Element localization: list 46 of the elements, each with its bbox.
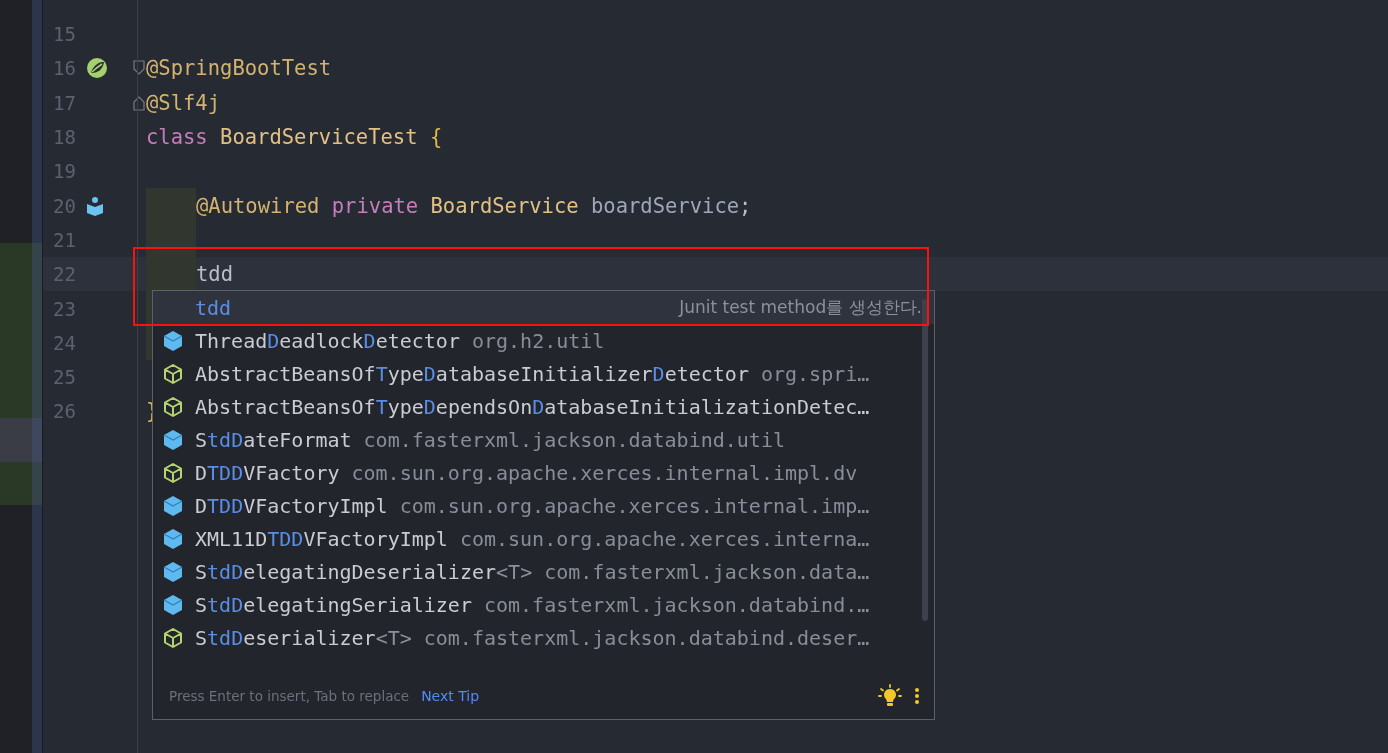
leaf-icon[interactable] [86,57,108,80]
line-number: 26 [52,400,76,423]
next-tip-link[interactable]: Next Tip [421,687,480,704]
line-number: 18 [52,126,76,149]
code-line: class BoardServiceTest { [146,125,443,150]
cube-icon [163,494,183,517]
completion-item[interactable]: StdDateFormat com.fasterxml.jackson.databind.util [153,423,934,456]
line-number: 17 [52,91,76,114]
unfold-icon[interactable] [133,94,145,111]
line-number: 15 [52,23,76,46]
line-number: 23 [52,297,76,320]
cube-outline-icon [163,362,183,385]
completion-item[interactable]: tdd Junit test method를 생성한다. [153,291,934,324]
code-line: @SpringBootTest [146,56,332,81]
fold-icon[interactable] [133,60,145,77]
code-line: tdd [196,262,234,287]
completion-item[interactable]: AbstractBeansOfTypeDependsOnDatabaseInitializationDetec… [153,390,934,423]
completion-item[interactable]: XML11DTDDVFactoryImpl com.sun.org.apache.xerces.interna… [153,522,934,555]
more-icon[interactable] [914,686,920,705]
line-number: 20 [52,194,76,217]
cube-icon [163,428,183,451]
cube-outline-icon [163,461,183,484]
completion-item[interactable]: DTDDVFactory com.sun.org.apache.xerces.internal.impl.dv [153,456,934,489]
line-number: 21 [52,228,76,251]
completion-item[interactable]: ThreadDeadlockDetector org.h2.util [153,324,934,357]
cube-icon [163,527,183,550]
code-line: @Slf4j [146,90,221,115]
completion-item[interactable]: DTDDVFactoryImpl com.sun.org.apache.xerces.internal.imp… [153,489,934,522]
cube-icon [163,329,183,352]
bean-icon[interactable] [86,195,104,216]
cube-icon [163,593,183,616]
cube-outline-icon [163,395,183,418]
cube-icon [163,560,183,583]
completion-item[interactable]: StdDelegatingDeserializer<T> com.fasterxml.jackson.data… [153,555,934,588]
code-line: @Autowired private BoardService boardService; [196,193,752,218]
cube-outline-icon [163,626,183,649]
line-number: 16 [52,57,76,80]
footer-hint: Press Enter to insert, Tab to replace [169,687,410,704]
completion-item[interactable]: StdDeserializer<T> com.fasterxml.jackson.databind.deser… [153,621,934,654]
scrollbar[interactable] [922,299,928,621]
completion-item[interactable]: StdDelegatingSerializer com.fasterxml.jackson.databind.… [153,588,934,621]
line-number: 24 [52,331,76,354]
line-number: 25 [52,366,76,389]
lightbulb-icon[interactable] [878,683,902,708]
completion-item[interactable]: AbstractBeansOfTypeDatabaseInitializerDetector org.spri… [153,357,934,390]
line-number: 19 [52,160,76,183]
